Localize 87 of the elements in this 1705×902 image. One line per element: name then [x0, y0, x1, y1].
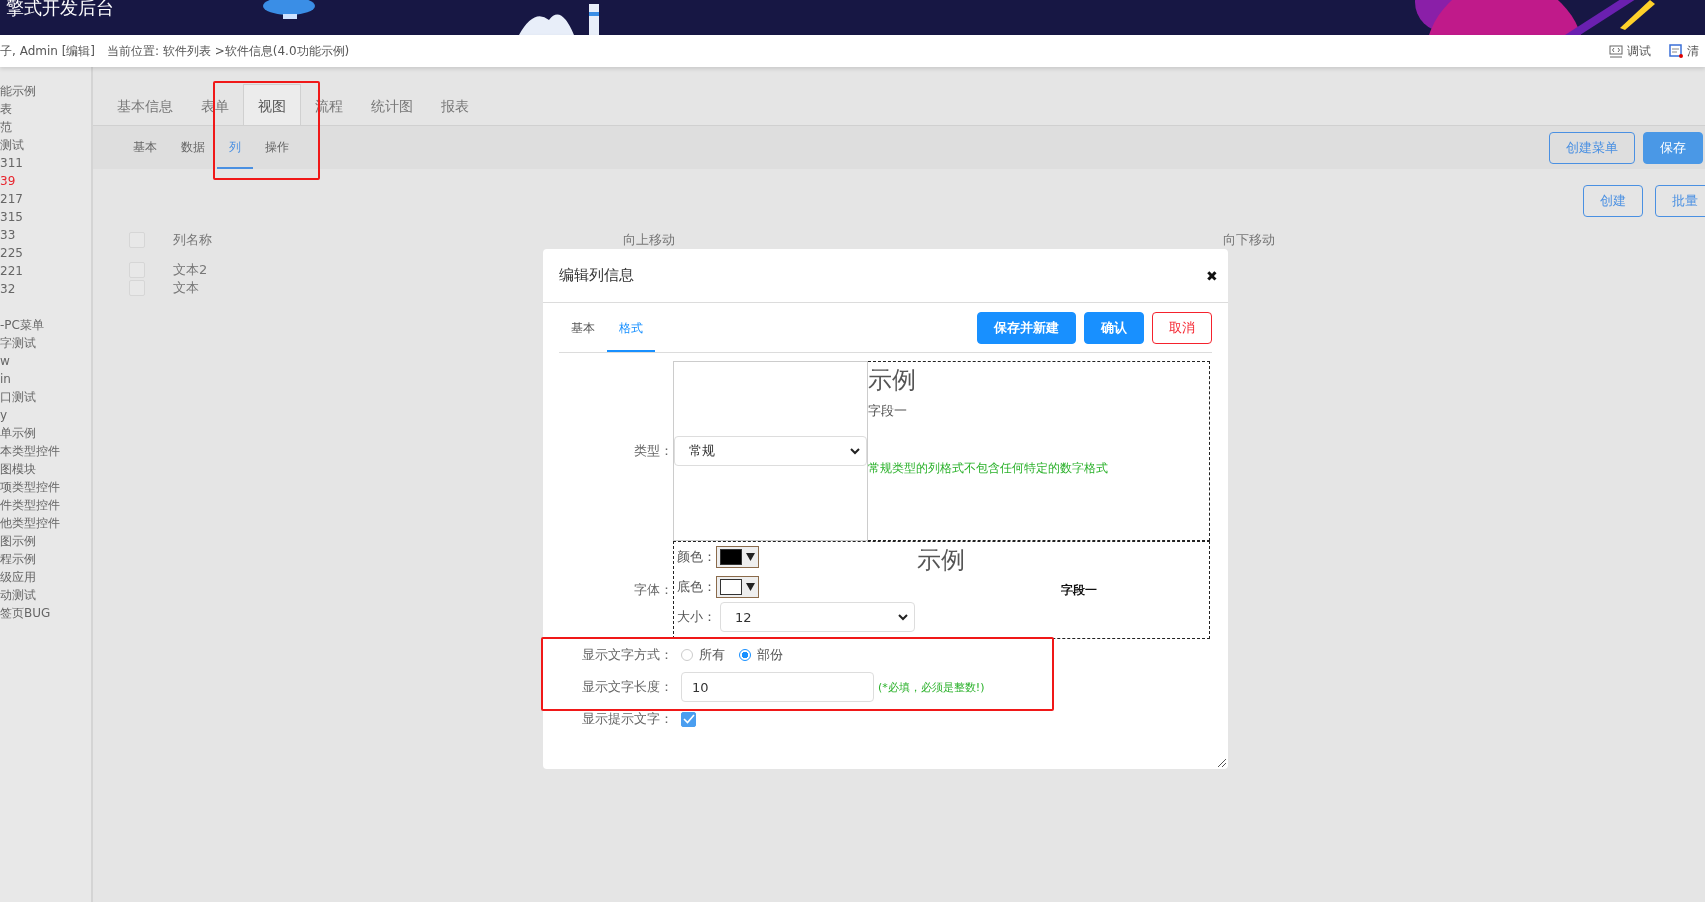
dropdown-triangle-icon [746, 553, 755, 561]
radio-button[interactable] [739, 649, 751, 661]
radio-label[interactable]: 部份 [757, 646, 783, 664]
color-picker[interactable] [716, 576, 759, 598]
tab[interactable]: 统计图 [357, 85, 427, 125]
preview-field: 字段一 [1061, 582, 1097, 638]
column-header: 向上移动 [623, 231, 676, 249]
sidebar-item[interactable]: in [0, 370, 91, 388]
sidebar-item[interactable]: y [0, 406, 91, 424]
sidebar-item[interactable]: 范 [0, 118, 91, 136]
preview-title: 示例 [868, 365, 917, 396]
toolbar-link[interactable]: 清 [1687, 42, 1699, 60]
tab[interactable]: 报表 [427, 85, 483, 125]
toolbar-link[interactable]: 调试 [1627, 42, 1651, 60]
column-header: 列名称 [173, 231, 213, 249]
sidebar-item[interactable]: 级应用 [0, 568, 91, 586]
list-button[interactable]: 创建 [1583, 185, 1643, 217]
format-note: 常规类型的列格式不包含任何特定的数字格式 [868, 460, 1109, 477]
user-label: 子, Admin [编辑] [0, 42, 96, 60]
document-icon[interactable] [1669, 44, 1683, 58]
table-cell: 文本 [173, 279, 199, 297]
sidebar-item[interactable]: -PC菜单 [0, 316, 91, 334]
sidebar-item[interactable]: 能示例 [0, 82, 91, 100]
toolbar-button[interactable]: 创建菜单 [1549, 131, 1635, 164]
sidebar-item[interactable]: 件类型控件 [0, 496, 91, 514]
sidebar-item[interactable]: 字测试 [0, 334, 91, 352]
sidebar-item[interactable]: 图模块 [0, 460, 91, 478]
dropdown-triangle-icon [746, 583, 755, 591]
sub-tab[interactable]: 基本 [121, 126, 169, 169]
sidebar-item[interactable]: 32 [0, 280, 91, 298]
sidebar-item[interactable]: 315 [0, 208, 91, 226]
radio-label[interactable]: 所有 [699, 646, 725, 664]
sidebar-item[interactable]: 测试 [0, 136, 91, 154]
field-label: 显示提示文字： [581, 710, 673, 728]
sidebar-item[interactable]: 39 [0, 172, 91, 190]
sidebar-item[interactable]: 他类型控件 [0, 514, 91, 532]
list-button[interactable]: 批量 [1655, 185, 1705, 217]
sub-tab[interactable]: 操作 [253, 126, 301, 169]
sub-tab[interactable]: 数据 [169, 126, 217, 169]
sidebar-item[interactable]: 311 [0, 154, 91, 172]
chevron-down-icon [850, 447, 860, 455]
tab[interactable]: 格式 [607, 303, 655, 352]
dialog-button[interactable]: 保存并新建 [977, 311, 1076, 344]
sidebar-item[interactable]: 225 [0, 244, 91, 262]
table-cell: 文本2 [173, 261, 208, 279]
checkbox[interactable] [681, 711, 696, 727]
field-label: 字体： [633, 581, 673, 599]
field-label: 大小： [677, 608, 716, 626]
field-label: 显示文字方式： [581, 646, 673, 664]
breadcrumb-path: 当前位置: 软件列表 >软件信息(4.0功能示例) [107, 42, 350, 60]
sidebar-item[interactable]: 程示例 [0, 550, 91, 568]
tab[interactable]: 视图 [243, 84, 301, 125]
sidebar-item[interactable]: 33 [0, 226, 91, 244]
code-monitor-icon[interactable] [1609, 44, 1623, 58]
size-select[interactable]: 12 [720, 602, 915, 632]
type-select[interactable]: 常规 [674, 436, 867, 466]
sidebar-item[interactable]: 签页BUG [0, 604, 91, 622]
sidebar-item[interactable]: 221 [0, 262, 91, 280]
sidebar-item[interactable]: 单示例 [0, 424, 91, 442]
column-header: 向下移动 [1223, 231, 1276, 249]
dialog-button[interactable]: 确认 [1084, 311, 1144, 344]
field-label: 显示文字长度： [581, 678, 673, 696]
field-label: 类型： [633, 442, 673, 460]
sidebar-item[interactable]: 图示例 [0, 532, 91, 550]
sidebar-item[interactable]: 项类型控件 [0, 478, 91, 496]
tab[interactable]: 基本 [559, 303, 607, 352]
dialog-button[interactable]: 取消 [1152, 311, 1212, 344]
close-button[interactable]: ✖ [1206, 267, 1218, 284]
chevron-down-icon [898, 613, 908, 621]
sidebar-item[interactable]: 本类型控件 [0, 442, 91, 460]
sidebar-item[interactable]: 表 [0, 100, 91, 118]
preview-title: 示例 [917, 545, 965, 576]
preview-field: 字段一 [868, 402, 1209, 420]
field-label: 底色： [677, 578, 716, 596]
resize-grip-icon[interactable] [1216, 757, 1226, 767]
tab[interactable]: 基本信息 [103, 85, 187, 125]
field-hint: (*必填，必须是整数!) [878, 679, 985, 695]
sidebar-item[interactable]: w [0, 352, 91, 370]
input-field[interactable]: 10 [681, 672, 874, 702]
field-label: 颜色： [677, 548, 716, 566]
color-picker[interactable] [716, 546, 759, 568]
toolbar-button[interactable]: 保存 [1643, 131, 1703, 164]
sidebar-item[interactable]: 动测试 [0, 586, 91, 604]
sidebar-item[interactable]: 217 [0, 190, 91, 208]
dialog-title: 编辑列信息 [559, 266, 635, 285]
sidebar-item[interactable]: 口测试 [0, 388, 91, 406]
sub-tab[interactable]: 列 [217, 126, 253, 169]
